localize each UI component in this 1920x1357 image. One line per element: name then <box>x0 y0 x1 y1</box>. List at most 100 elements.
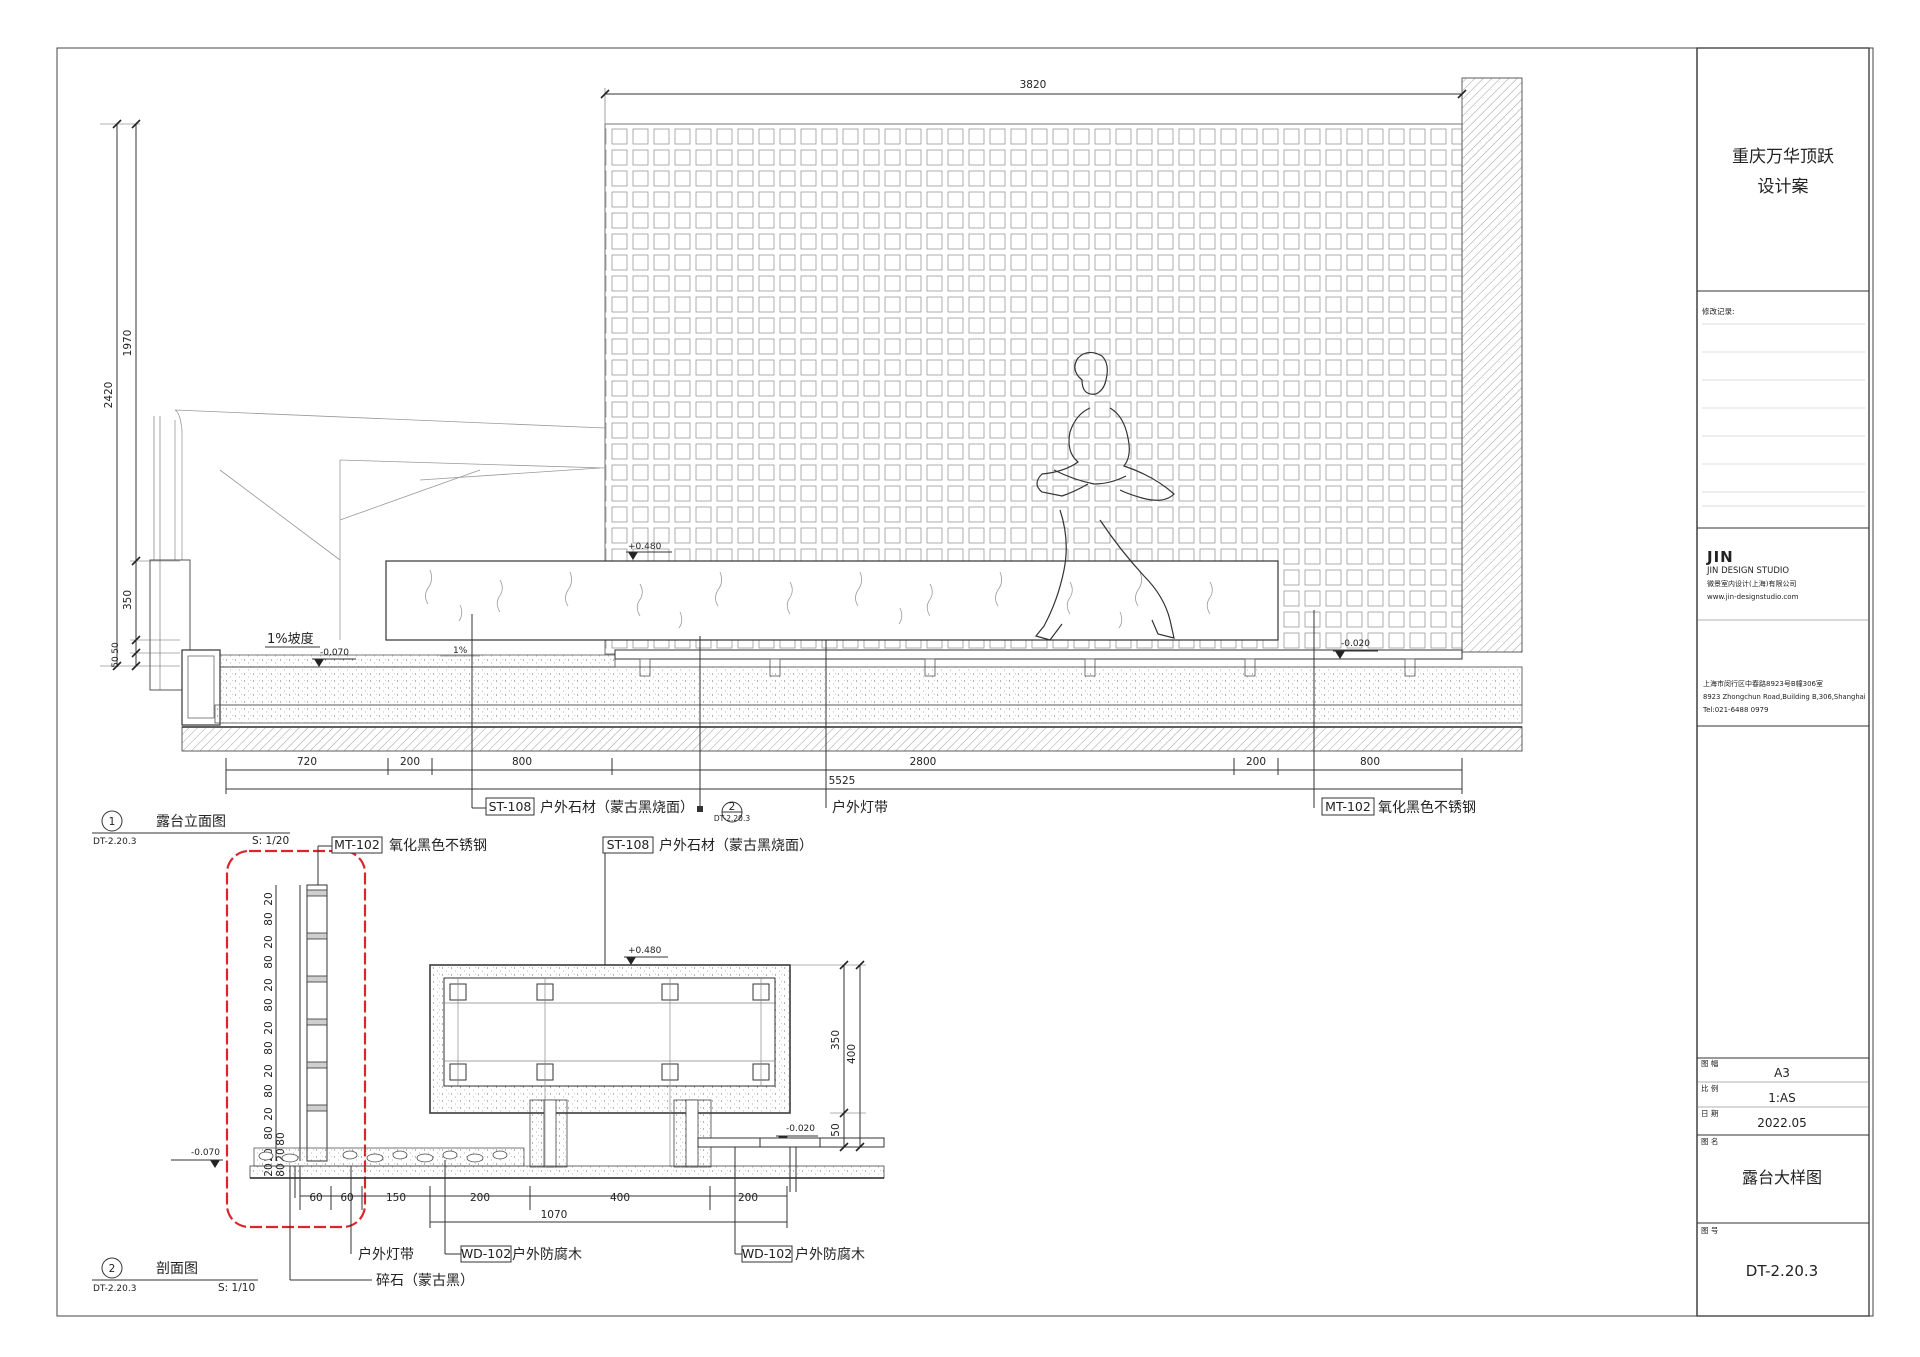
section-ref-number: 2 <box>729 801 736 813</box>
sec-tag-number: 2 <box>109 1263 116 1275</box>
vdim-1: 20 <box>263 892 275 905</box>
hdim-200b: 200 <box>738 1192 758 1204</box>
screed-layer <box>214 666 1523 706</box>
dim-v-1970: 1970 <box>122 330 134 357</box>
elevation-view: 3820 2420 1970 350 50 50 +0.480 -0.070 -… <box>92 77 1523 847</box>
sec-light-text: 户外灯带 <box>358 1246 414 1263</box>
section-v-dims: 20 80 20 80 20 80 20 80 20 80 20 80 20 8… <box>263 892 287 1176</box>
section-ref-tag: 2 DT-2.20.3 <box>714 801 750 823</box>
wall-hatch <box>1461 77 1523 653</box>
drawing-number: DT-2.20.3 <box>1746 1262 1818 1280</box>
callout-stone-code: ST-108 <box>489 799 532 814</box>
sec-gravel-text: 碎石（蒙古黑） <box>376 1273 474 1289</box>
sec-title: 剖面图 <box>156 1261 198 1277</box>
sec-h-dim-lines <box>299 1186 788 1228</box>
dim-v-2420: 2420 <box>103 382 115 409</box>
section-ref-sheet: DT-2.20.3 <box>714 814 750 823</box>
vdim-5: 20 <box>263 978 275 991</box>
bench-section-inner <box>443 977 776 1087</box>
sec-dim-400: 400 <box>846 1044 858 1064</box>
studio-address-en: 8923 Zhongchun Road,Building B,306,Shang… <box>1703 693 1866 701</box>
dim-bottom-720: 720 <box>297 756 317 768</box>
hdim-400: 400 <box>610 1192 630 1204</box>
vdim-10: 80 <box>263 1084 275 1097</box>
scale-label: 比 例 <box>1701 1083 1718 1093</box>
vdim-7: 20 <box>263 1021 275 1034</box>
level-right: -0.020 <box>1341 639 1370 649</box>
studio-website: www.jin-designstudio.com <box>1707 593 1799 601</box>
vdim-12: 80 <box>263 1126 275 1139</box>
sec-level-right: -0.020 <box>786 1124 815 1134</box>
vdim-9: 20 <box>263 1064 275 1077</box>
sec-level-left: -0.070 <box>191 1148 220 1158</box>
scale-value: 1:AS <box>1768 1091 1796 1105</box>
studio-logo: JIN <box>1706 548 1734 566</box>
dim-bottom-800a: 800 <box>512 756 532 768</box>
callout-steel-code: MT-102 <box>1325 799 1371 814</box>
bottom-dim-values: 720 200 800 2800 200 800 5525 <box>297 756 1380 787</box>
sec-wood2-text: 户外防腐木 <box>795 1246 865 1263</box>
project-title-line2: 设计案 <box>1758 177 1809 197</box>
dim-bottom-200b: 200 <box>1246 756 1266 768</box>
drawing-name-label: 图 名 <box>1701 1136 1718 1146</box>
elev-tag-ref: DT-2.20.3 <box>93 837 136 847</box>
dim-top: 3820 <box>1020 79 1047 91</box>
dim-total: 5525 <box>829 775 856 787</box>
slope-mark: 1% <box>453 646 468 656</box>
hdim-200a: 200 <box>470 1192 490 1204</box>
dim-bottom-800b: 800 <box>1360 756 1380 768</box>
sec-wood1-code: WD-102 <box>461 1246 511 1261</box>
drawing-name: 露台大样图 <box>1742 1168 1822 1187</box>
vdim-4: 80 <box>263 955 275 968</box>
elev-scale: S: 1/20 <box>252 835 289 847</box>
vdim-11: 20 <box>263 1107 275 1120</box>
slope-text: 1%坡度 <box>267 631 314 647</box>
gravel-strip <box>219 654 616 668</box>
vdim-14: 80 <box>275 1132 287 1145</box>
sec-deck <box>697 1137 885 1148</box>
vdim-6: 80 <box>263 998 275 1011</box>
sec-screed <box>249 1165 885 1179</box>
level-bench: +0.480 <box>628 542 662 552</box>
hdim-total: 1070 <box>541 1209 568 1221</box>
hdim-60b: 60 <box>340 1192 353 1204</box>
hdim-60a: 60 <box>309 1192 322 1204</box>
studio-name: JIN DESIGN STUDIO <box>1706 566 1789 576</box>
sec-tag-ref: DT-2.20.3 <box>93 1284 136 1294</box>
sec-level-bench: +0.480 <box>628 946 662 956</box>
elev-tag-number: 1 <box>109 816 116 828</box>
dim-v-50a: 50 <box>111 642 121 654</box>
sec-steel-text: 氧化黑色不锈钢 <box>389 837 487 854</box>
drawing-sheet: 重庆万华顶跃 设计案 修改记录: JIN JIN DESIGN STUDIO 微… <box>56 47 1874 1317</box>
elev-title: 露台立面图 <box>156 814 226 830</box>
sec-stone-code: ST-108 <box>607 837 650 852</box>
dim-v-50b: 50 <box>111 656 121 668</box>
waterproof-layer <box>214 704 1523 724</box>
studio-logo-mark: JIN <box>1706 548 1734 566</box>
sec-wood1-text: 户外防腐木 <box>512 1246 582 1263</box>
sec-wood2-code: WD-102 <box>742 1246 792 1261</box>
studio-name-cn: 微景室内设计(上海)有限公司 <box>1707 579 1796 588</box>
sec-dim-350: 350 <box>830 1030 842 1050</box>
bench <box>385 560 1279 641</box>
callout-light-text: 户外灯带 <box>832 799 888 816</box>
level-left: -0.070 <box>320 648 349 658</box>
dim-bottom-2800: 2800 <box>910 756 937 768</box>
size-label: 图 幅 <box>1701 1058 1719 1068</box>
section-view: 20 80 20 80 20 80 20 80 20 80 20 80 20 8… <box>92 836 885 1294</box>
sec-steel-code: MT-102 <box>334 837 380 852</box>
revision-label: 修改记录: <box>1702 306 1735 316</box>
date-value: 2022.05 <box>1757 1116 1807 1130</box>
studio-address-cn: 上海市闵行区中春路8923号B幢306室 <box>1703 679 1823 688</box>
sec-dim-50: 50 <box>830 1123 842 1136</box>
vdim-8: 80 <box>263 1041 275 1054</box>
callout-steel-text: 氧化黑色不锈钢 <box>1378 799 1476 816</box>
info-table: 图 幅 A3 比 例 1:AS 日 期 2022.05 图 名 露台大样图 图 … <box>1697 1057 1869 1280</box>
dim-v-350: 350 <box>122 590 134 610</box>
structural-slab <box>181 726 1523 752</box>
size-value: A3 <box>1774 1066 1790 1080</box>
date-label: 日 期 <box>1701 1109 1718 1118</box>
hdim-150: 150 <box>386 1192 406 1204</box>
callout-stone-text: 户外石材（蒙古黑烧面） <box>540 799 694 816</box>
project-title-line1: 重庆万华顶跃 <box>1732 147 1834 167</box>
